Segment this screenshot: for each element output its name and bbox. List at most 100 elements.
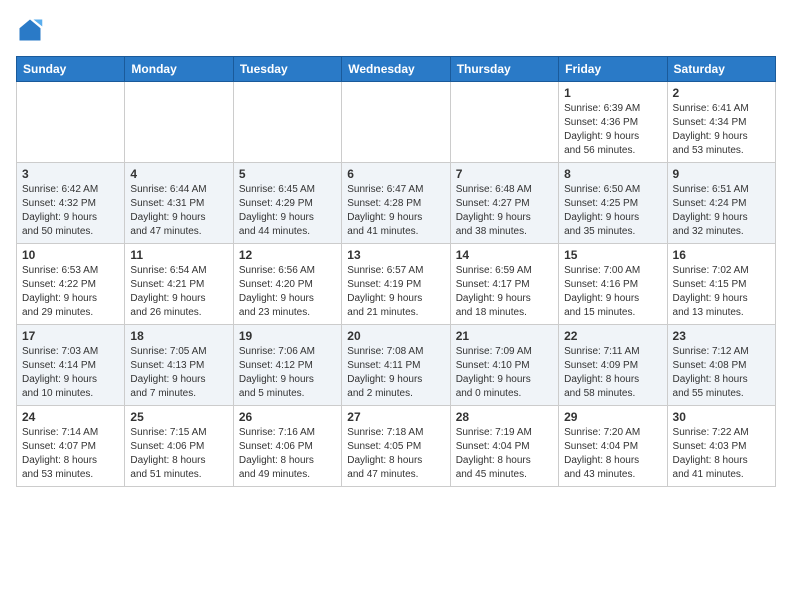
day-number: 14 bbox=[456, 248, 553, 262]
day-info: Sunrise: 6:45 AM Sunset: 4:29 PM Dayligh… bbox=[239, 183, 336, 239]
day-info: Sunrise: 6:39 AM Sunset: 4:36 PM Dayligh… bbox=[564, 102, 661, 158]
calendar-cell: 22 Sunrise: 7:11 AM Sunset: 4:09 PM Dayli… bbox=[559, 325, 667, 406]
calendar-cell: 8 Sunrise: 6:50 AM Sunset: 4:25 PM Daylig… bbox=[559, 163, 667, 244]
calendar-cell: 3Sunrise: 6:42 AM Sunset: 4:32 PM Daylig… bbox=[17, 163, 125, 244]
day-number: 6 bbox=[347, 167, 444, 181]
calendar-cell: 25 Sunrise: 7:15 AM Sunset: 4:06 PM Dayli… bbox=[125, 406, 233, 487]
calendar-cell: 11 Sunrise: 6:54 AM Sunset: 4:21 PM Dayli… bbox=[125, 244, 233, 325]
calendar-cell: 7 Sunrise: 6:48 AM Sunset: 4:27 PM Daylig… bbox=[450, 163, 558, 244]
day-info: Sunrise: 6:48 AM Sunset: 4:27 PM Dayligh… bbox=[456, 183, 553, 239]
day-info: Sunrise: 7:05 AM Sunset: 4:13 PM Dayligh… bbox=[130, 345, 227, 401]
calendar-cell: 10 Sunrise: 6:53 AM Sunset: 4:22 PM Dayli… bbox=[17, 244, 125, 325]
calendar-week-row: 24 Sunrise: 7:14 AM Sunset: 4:07 PM Dayli… bbox=[17, 406, 776, 487]
calendar-cell: 26 Sunrise: 7:16 AM Sunset: 4:06 PM Dayli… bbox=[233, 406, 341, 487]
day-number: 8 bbox=[564, 167, 661, 181]
calendar-cell bbox=[450, 82, 558, 163]
day-number: 30 bbox=[673, 410, 770, 424]
day-number: 18 bbox=[130, 329, 227, 343]
day-number: 7 bbox=[456, 167, 553, 181]
day-info: Sunrise: 7:22 AM Sunset: 4:03 PM Dayligh… bbox=[673, 426, 770, 482]
day-number: 29 bbox=[564, 410, 661, 424]
day-number: 2 bbox=[673, 86, 770, 100]
day-info: Sunrise: 6:41 AM Sunset: 4:34 PM Dayligh… bbox=[673, 102, 770, 158]
calendar-week-row: 3Sunrise: 6:42 AM Sunset: 4:32 PM Daylig… bbox=[17, 163, 776, 244]
day-info: Sunrise: 7:19 AM Sunset: 4:04 PM Dayligh… bbox=[456, 426, 553, 482]
day-info: Sunrise: 7:00 AM Sunset: 4:16 PM Dayligh… bbox=[564, 264, 661, 320]
day-number: 17 bbox=[22, 329, 119, 343]
day-info: Sunrise: 7:03 AM Sunset: 4:14 PM Dayligh… bbox=[22, 345, 119, 401]
day-info: Sunrise: 6:44 AM Sunset: 4:31 PM Dayligh… bbox=[130, 183, 227, 239]
day-number: 19 bbox=[239, 329, 336, 343]
day-info: Sunrise: 7:08 AM Sunset: 4:11 PM Dayligh… bbox=[347, 345, 444, 401]
day-info: Sunrise: 6:51 AM Sunset: 4:24 PM Dayligh… bbox=[673, 183, 770, 239]
day-info: Sunrise: 7:06 AM Sunset: 4:12 PM Dayligh… bbox=[239, 345, 336, 401]
day-info: Sunrise: 6:50 AM Sunset: 4:25 PM Dayligh… bbox=[564, 183, 661, 239]
day-info: Sunrise: 7:12 AM Sunset: 4:08 PM Dayligh… bbox=[673, 345, 770, 401]
calendar-cell: 30 Sunrise: 7:22 AM Sunset: 4:03 PM Dayli… bbox=[667, 406, 775, 487]
weekday-header: Wednesday bbox=[342, 57, 450, 82]
day-number: 25 bbox=[130, 410, 227, 424]
calendar-cell: 2 Sunrise: 6:41 AM Sunset: 4:34 PM Daylig… bbox=[667, 82, 775, 163]
logo-icon bbox=[16, 16, 44, 44]
day-number: 16 bbox=[673, 248, 770, 262]
calendar-header-row: SundayMondayTuesdayWednesdayThursdayFrid… bbox=[17, 57, 776, 82]
day-number: 3 bbox=[22, 167, 119, 181]
calendar-cell: 18 Sunrise: 7:05 AM Sunset: 4:13 PM Dayli… bbox=[125, 325, 233, 406]
day-info: Sunrise: 7:11 AM Sunset: 4:09 PM Dayligh… bbox=[564, 345, 661, 401]
day-number: 10 bbox=[22, 248, 119, 262]
page-header bbox=[16, 16, 776, 44]
calendar-cell: 12 Sunrise: 6:56 AM Sunset: 4:20 PM Dayli… bbox=[233, 244, 341, 325]
calendar-week-row: 17 Sunrise: 7:03 AM Sunset: 4:14 PM Dayli… bbox=[17, 325, 776, 406]
calendar-cell: 28Sunrise: 7:19 AM Sunset: 4:04 PM Dayli… bbox=[450, 406, 558, 487]
weekday-header: Friday bbox=[559, 57, 667, 82]
day-number: 1 bbox=[564, 86, 661, 100]
calendar-cell: 5 Sunrise: 6:45 AM Sunset: 4:29 PM Daylig… bbox=[233, 163, 341, 244]
day-info: Sunrise: 6:56 AM Sunset: 4:20 PM Dayligh… bbox=[239, 264, 336, 320]
calendar-cell: 29 Sunrise: 7:20 AM Sunset: 4:04 PM Dayli… bbox=[559, 406, 667, 487]
calendar-table: SundayMondayTuesdayWednesdayThursdayFrid… bbox=[16, 56, 776, 487]
weekday-header: Monday bbox=[125, 57, 233, 82]
day-number: 9 bbox=[673, 167, 770, 181]
calendar-cell bbox=[125, 82, 233, 163]
calendar-week-row: 1 Sunrise: 6:39 AM Sunset: 4:36 PM Daylig… bbox=[17, 82, 776, 163]
day-number: 4 bbox=[130, 167, 227, 181]
day-number: 5 bbox=[239, 167, 336, 181]
day-info: Sunrise: 7:16 AM Sunset: 4:06 PM Dayligh… bbox=[239, 426, 336, 482]
day-info: Sunrise: 7:14 AM Sunset: 4:07 PM Dayligh… bbox=[22, 426, 119, 482]
day-number: 26 bbox=[239, 410, 336, 424]
day-info: Sunrise: 6:54 AM Sunset: 4:21 PM Dayligh… bbox=[130, 264, 227, 320]
day-number: 22 bbox=[564, 329, 661, 343]
calendar-cell: 19 Sunrise: 7:06 AM Sunset: 4:12 PM Dayli… bbox=[233, 325, 341, 406]
day-number: 11 bbox=[130, 248, 227, 262]
weekday-header: Thursday bbox=[450, 57, 558, 82]
calendar-cell: 21Sunrise: 7:09 AM Sunset: 4:10 PM Dayli… bbox=[450, 325, 558, 406]
calendar-cell: 9 Sunrise: 6:51 AM Sunset: 4:24 PM Daylig… bbox=[667, 163, 775, 244]
logo bbox=[16, 16, 48, 44]
calendar-cell: 15 Sunrise: 7:00 AM Sunset: 4:16 PM Dayli… bbox=[559, 244, 667, 325]
day-number: 12 bbox=[239, 248, 336, 262]
day-info: Sunrise: 7:20 AM Sunset: 4:04 PM Dayligh… bbox=[564, 426, 661, 482]
day-info: Sunrise: 6:59 AM Sunset: 4:17 PM Dayligh… bbox=[456, 264, 553, 320]
day-number: 24 bbox=[22, 410, 119, 424]
calendar-cell: 4 Sunrise: 6:44 AM Sunset: 4:31 PM Daylig… bbox=[125, 163, 233, 244]
calendar-cell: 16 Sunrise: 7:02 AM Sunset: 4:15 PM Dayli… bbox=[667, 244, 775, 325]
calendar-cell: 6Sunrise: 6:47 AM Sunset: 4:28 PM Daylig… bbox=[342, 163, 450, 244]
weekday-header: Saturday bbox=[667, 57, 775, 82]
day-number: 23 bbox=[673, 329, 770, 343]
day-number: 27 bbox=[347, 410, 444, 424]
day-info: Sunrise: 6:53 AM Sunset: 4:22 PM Dayligh… bbox=[22, 264, 119, 320]
weekday-header: Sunday bbox=[17, 57, 125, 82]
calendar-cell: 24 Sunrise: 7:14 AM Sunset: 4:07 PM Dayli… bbox=[17, 406, 125, 487]
day-info: Sunrise: 7:02 AM Sunset: 4:15 PM Dayligh… bbox=[673, 264, 770, 320]
calendar-cell: 27Sunrise: 7:18 AM Sunset: 4:05 PM Dayli… bbox=[342, 406, 450, 487]
day-number: 13 bbox=[347, 248, 444, 262]
calendar-cell: 13 Sunrise: 6:57 AM Sunset: 4:19 PM Dayli… bbox=[342, 244, 450, 325]
calendar-cell bbox=[342, 82, 450, 163]
calendar-cell: 17 Sunrise: 7:03 AM Sunset: 4:14 PM Dayli… bbox=[17, 325, 125, 406]
day-number: 20 bbox=[347, 329, 444, 343]
day-info: Sunrise: 6:57 AM Sunset: 4:19 PM Dayligh… bbox=[347, 264, 444, 320]
calendar-week-row: 10 Sunrise: 6:53 AM Sunset: 4:22 PM Dayli… bbox=[17, 244, 776, 325]
calendar-cell: 1 Sunrise: 6:39 AM Sunset: 4:36 PM Daylig… bbox=[559, 82, 667, 163]
day-info: Sunrise: 7:15 AM Sunset: 4:06 PM Dayligh… bbox=[130, 426, 227, 482]
day-number: 15 bbox=[564, 248, 661, 262]
